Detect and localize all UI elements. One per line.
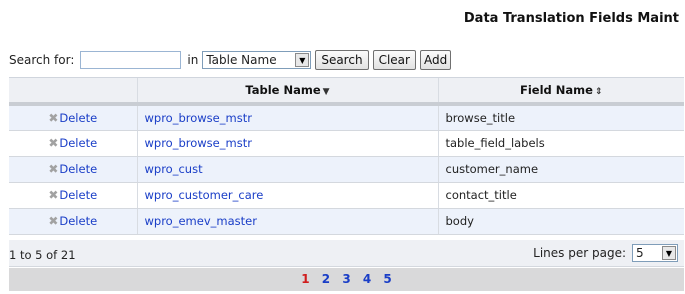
delete-label: Delete (59, 110, 98, 125)
delete-x-icon: ✖ (48, 214, 59, 228)
table-row: ✖Delete wpro_emev_master body (9, 208, 684, 235)
grid-header-row: Table Name ▼ Field Name ⇕ (9, 77, 684, 106)
delete-label: Delete (59, 214, 98, 228)
action-cell: ✖Delete (9, 208, 137, 235)
table-row: ✖Delete wpro_customer_care contact_title (9, 182, 684, 209)
table-name-link[interactable]: wpro_cust (145, 162, 203, 176)
delete-link[interactable]: ✖Delete (48, 214, 97, 228)
action-cell: ✖Delete (9, 130, 137, 157)
page-title: Data Translation Fields Maint (463, 11, 679, 26)
table-row: ✖Delete wpro_browse_mstr table_field_lab… (9, 130, 684, 157)
action-cell: ✖Delete (9, 156, 137, 183)
table-name-link[interactable]: wpro_browse_mstr (145, 111, 252, 125)
search-bar: Search for: in Table Name ▼ Search Clear… (9, 49, 452, 71)
table-row: ✖Delete wpro_cust customer_name (9, 156, 684, 183)
page-link-2[interactable]: 2 (322, 272, 330, 286)
page-link-1[interactable]: 1 (301, 272, 309, 286)
delete-x-icon: ✖ (48, 136, 59, 150)
sort-desc-icon: ▼ (322, 87, 330, 97)
table-name-link[interactable]: wpro_browse_mstr (145, 136, 252, 150)
clear-button[interactable]: Clear (372, 50, 416, 70)
table-name-cell: wpro_customer_care (136, 182, 438, 209)
column-header-field-name[interactable]: Field Name ⇕ (437, 77, 684, 106)
pagination: 1 2 3 4 5 (9, 268, 684, 291)
delete-link[interactable]: ✖Delete (48, 162, 97, 176)
add-button[interactable]: Add (419, 50, 452, 70)
delete-label: Delete (59, 136, 98, 150)
column-header-table-name[interactable]: Table Name ▼ (136, 77, 438, 106)
delete-x-icon: ✖ (48, 162, 59, 176)
field-name-cell: contact_title (437, 182, 684, 209)
delete-link[interactable]: ✖Delete (48, 136, 97, 150)
table-name-cell: wpro_browse_mstr (136, 104, 438, 131)
search-input[interactable] (80, 51, 182, 69)
chevron-down-icon[interactable]: ▼ (662, 246, 676, 260)
table-name-link[interactable]: wpro_emev_master (145, 214, 257, 228)
table-name-link[interactable]: wpro_customer_care (145, 188, 264, 202)
lines-per-page: Lines per page: 5 ▼ (533, 244, 678, 262)
search-label: Search for: (9, 53, 75, 67)
sort-both-icon: ⇕ (594, 87, 603, 97)
action-cell: ✖Delete (9, 104, 137, 131)
delete-link[interactable]: ✖Delete (48, 188, 97, 202)
delete-x-icon: ✖ (48, 110, 59, 125)
page-link-3[interactable]: 3 (342, 272, 350, 286)
in-label: in (187, 53, 199, 67)
table-name-cell: wpro_cust (136, 156, 438, 183)
delete-x-icon: ✖ (48, 188, 59, 202)
field-name-cell: body (437, 208, 684, 235)
page-link-4[interactable]: 4 (363, 272, 371, 286)
field-name-cell: browse_title (437, 104, 684, 131)
search-field-select-value: Table Name (206, 53, 277, 67)
field-name-cell: table_field_labels (437, 130, 684, 157)
column-header-action (9, 77, 137, 106)
field-name-cell: customer_name (437, 156, 684, 183)
page-link-5[interactable]: 5 (383, 272, 391, 286)
grid-footer: 1 to 5 of 21 Lines per page: 5 ▼ (9, 240, 684, 267)
search-button[interactable]: Search (315, 50, 369, 70)
column-header-label: Table Name (245, 83, 321, 97)
delete-label: Delete (59, 188, 98, 202)
lines-per-page-select[interactable]: 5 ▼ (632, 244, 678, 262)
table-row: ✖Delete wpro_browse_mstr browse_title (9, 104, 684, 131)
delete-label: Delete (59, 162, 98, 176)
lines-per-page-value: 5 (636, 246, 644, 260)
lines-per-page-label: Lines per page: (533, 246, 626, 260)
action-cell: ✖Delete (9, 182, 137, 209)
chevron-down-icon[interactable]: ▼ (295, 53, 310, 67)
table-name-cell: wpro_browse_mstr (136, 130, 438, 157)
data-grid: Table Name ▼ Field Name ⇕ ✖Delete wpro_bro… (9, 77, 684, 235)
delete-link[interactable]: ✖Delete (48, 111, 97, 125)
column-header-label: Field Name (520, 83, 593, 97)
search-field-select[interactable]: Table Name ▼ (202, 51, 312, 69)
record-range-text: 1 to 5 of 21 (9, 248, 76, 262)
table-name-cell: wpro_emev_master (136, 208, 438, 235)
